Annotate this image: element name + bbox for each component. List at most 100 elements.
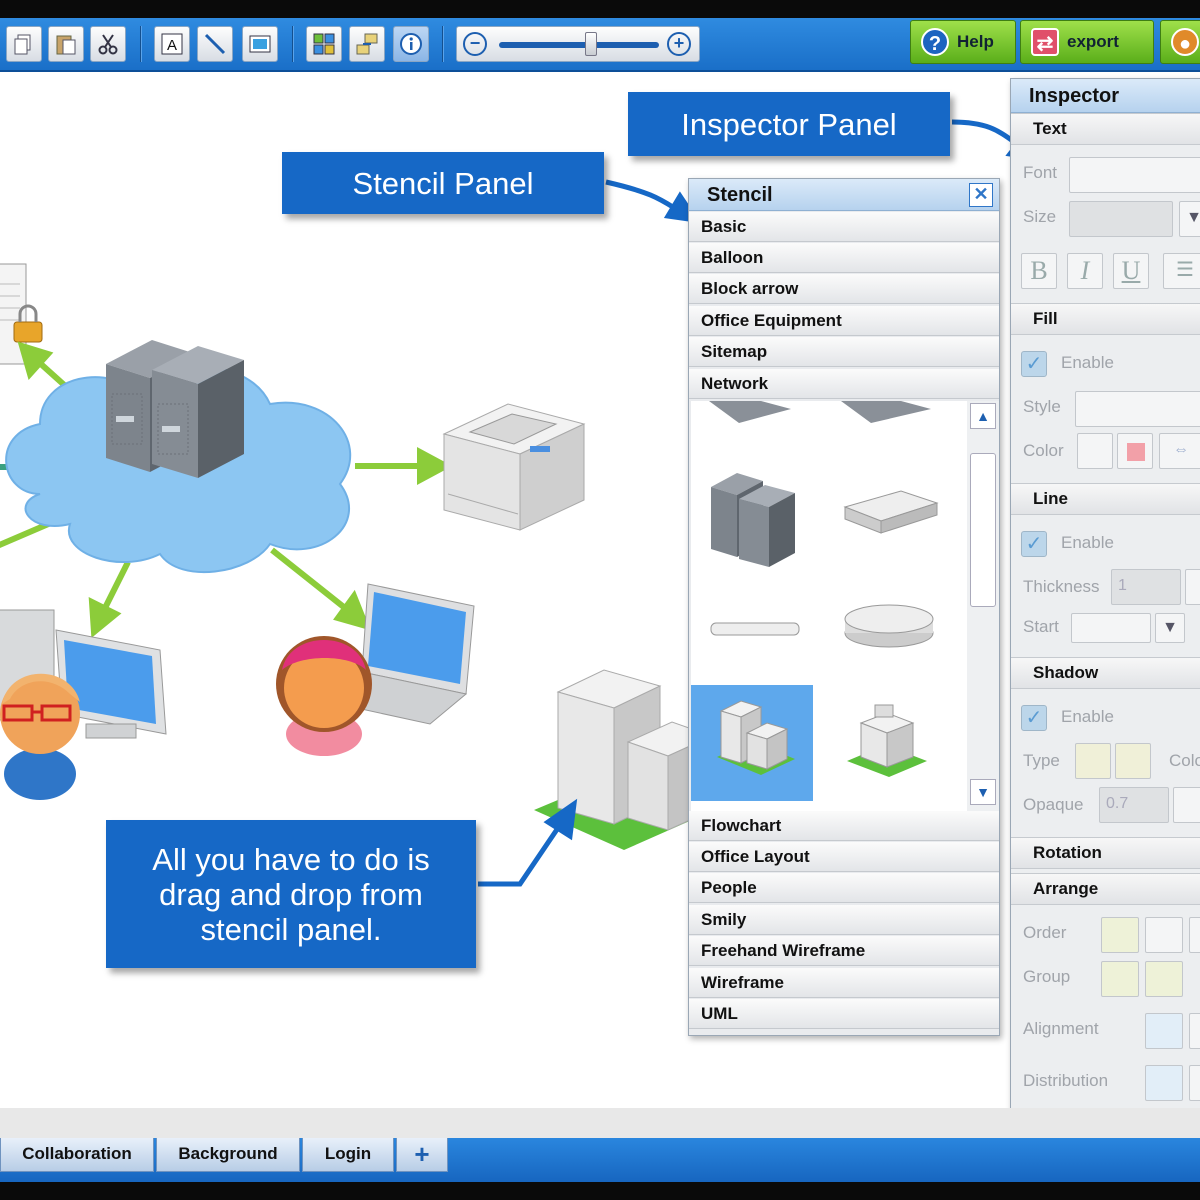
stencil-category-basic[interactable]: Basic [689, 212, 999, 242]
zoom-in-icon[interactable]: + [667, 32, 691, 56]
stencil-category-people[interactable]: People [689, 873, 999, 903]
scroll-down-icon[interactable]: ▼ [970, 779, 996, 805]
align-more-icon[interactable] [1189, 1013, 1200, 1049]
section-text[interactable]: Text [1011, 113, 1200, 145]
stencil-panel: Stencil ✕ Basic Balloon Block arrow Offi… [688, 178, 1000, 1036]
fill-color-picker[interactable] [1117, 433, 1153, 469]
font-label: Font [1023, 163, 1058, 182]
section-shadow[interactable]: Shadow [1011, 657, 1200, 689]
inspector-panel: Inspector Text Font Size ▼ B I U ☰ Fill … [1010, 78, 1200, 1114]
copy-icon[interactable] [6, 26, 42, 62]
connect-icon[interactable] [349, 26, 385, 62]
paste-icon[interactable] [48, 26, 84, 62]
stencil-category-freehand-wireframe[interactable]: Freehand Wireframe [689, 936, 999, 966]
shadow-type-option-1[interactable] [1075, 743, 1111, 779]
stencil-switch-shape[interactable] [843, 490, 939, 534]
canvas-footer [0, 1108, 1200, 1138]
stencil-category-network[interactable]: Network [689, 369, 999, 399]
zoom-slider-handle[interactable] [585, 32, 597, 56]
scroll-up-icon[interactable]: ▲ [970, 403, 996, 429]
thickness-stepper[interactable] [1185, 569, 1200, 605]
stencil-bar-shape[interactable] [710, 622, 800, 636]
fill-color-swatch[interactable] [1077, 433, 1113, 469]
bold-button[interactable]: B [1021, 253, 1057, 289]
instructions-callout: All you have to do is drag and drop from… [106, 820, 476, 968]
distribute-more-icon[interactable] [1189, 1065, 1200, 1101]
stencil-category-balloon[interactable]: Balloon [689, 243, 999, 273]
line-start-select[interactable] [1071, 613, 1151, 643]
scroll-thumb[interactable] [970, 453, 996, 607]
server-rack-shape[interactable] [106, 340, 244, 478]
size-input[interactable] [1069, 201, 1173, 237]
send-back-icon[interactable] [1145, 917, 1183, 953]
group-icon[interactable] [1101, 961, 1139, 997]
line-icon[interactable] [197, 26, 233, 62]
bottom-frame [0, 1182, 1200, 1200]
line-start-label: Start [1023, 617, 1059, 636]
distribution-label: Distribution [1023, 1071, 1109, 1090]
fill-enable-checkbox[interactable]: ✓ [1021, 351, 1047, 377]
size-dropdown-icon[interactable]: ▼ [1179, 201, 1200, 237]
close-icon[interactable]: ✕ [969, 183, 993, 207]
add-tab-button[interactable]: + [396, 1138, 448, 1172]
export-button[interactable]: ⇄ export [1020, 20, 1154, 64]
tab-background[interactable]: Background [156, 1138, 300, 1172]
zoom-out-icon[interactable]: − [463, 32, 487, 56]
text-icon[interactable]: A [154, 26, 190, 62]
shadow-type-option-2[interactable] [1115, 743, 1151, 779]
stencil-category-office-layout[interactable]: Office Layout [689, 842, 999, 872]
underline-button[interactable]: U [1113, 253, 1149, 289]
stencil-disk-shape[interactable] [844, 604, 934, 648]
fill-style-select[interactable] [1075, 391, 1200, 427]
align-icon[interactable] [1145, 1013, 1183, 1049]
shadow-enable-checkbox[interactable]: ✓ [1021, 705, 1047, 731]
person-man-shape[interactable] [0, 673, 80, 800]
fill-style-label: Style [1023, 397, 1061, 416]
line-enable-label: Enable [1061, 533, 1114, 552]
help-label: Help [957, 32, 994, 51]
stencil-panel-callout: Stencil Panel [282, 152, 604, 214]
stencil-category-office-equipment[interactable]: Office Equipment [689, 306, 999, 336]
distribute-icon[interactable] [1145, 1065, 1183, 1101]
section-fill[interactable]: Fill [1011, 303, 1200, 335]
stencil-category-wireframe[interactable]: Wireframe [689, 968, 999, 998]
stencil-category-flowchart[interactable]: Flowchart [689, 811, 999, 841]
help-button[interactable]: ? Help [910, 20, 1016, 64]
order-more-icon[interactable] [1189, 917, 1200, 953]
stencil-server-shape[interactable] [711, 473, 795, 567]
line-start-dropdown-icon[interactable]: ▼ [1155, 613, 1185, 643]
opaque-stepper[interactable] [1173, 787, 1200, 823]
tab-collaboration[interactable]: Collaboration [0, 1138, 154, 1172]
italic-button[interactable]: I [1067, 253, 1103, 289]
align-text-icon[interactable]: ☰ [1163, 253, 1200, 289]
section-rotation[interactable]: Rotation [1011, 837, 1200, 869]
grid-icon[interactable] [306, 26, 342, 62]
toolbar: A − + ? Help ⇄ export ● [0, 18, 1200, 72]
toolbar-separator [140, 26, 142, 62]
line-enable-checkbox[interactable]: ✓ [1021, 531, 1047, 557]
stencil-office-shape[interactable] [847, 704, 927, 777]
person-woman-shape[interactable] [276, 636, 372, 756]
stencil-category-uml[interactable]: UML [689, 999, 999, 1029]
share-button[interactable]: ● [1160, 20, 1200, 64]
font-select[interactable] [1069, 157, 1200, 193]
fill-swap-icon[interactable]: ⇔ [1159, 433, 1200, 469]
stencil-scrollbar[interactable]: ▲ ▼ [967, 401, 999, 811]
opaque-input[interactable]: 0.7 [1099, 787, 1169, 823]
top-frame [0, 0, 1200, 18]
section-arrange[interactable]: Arrange [1011, 873, 1200, 905]
info-icon[interactable] [393, 26, 429, 62]
thickness-input[interactable]: 1 [1111, 569, 1181, 605]
printer-shape[interactable] [442, 403, 586, 531]
tab-login[interactable]: Login [302, 1138, 394, 1172]
ungroup-icon[interactable] [1145, 961, 1183, 997]
stencil-category-block-arrow[interactable]: Block arrow [689, 274, 999, 304]
stencil-category-smily[interactable]: Smily [689, 905, 999, 935]
cut-icon[interactable] [90, 26, 126, 62]
image-icon[interactable] [242, 26, 278, 62]
section-line[interactable]: Line [1011, 483, 1200, 515]
stencil-category-sitemap[interactable]: Sitemap [689, 337, 999, 367]
zoom-slider-track[interactable] [499, 42, 659, 48]
order-label: Order [1023, 923, 1067, 942]
bring-front-icon[interactable] [1101, 917, 1139, 953]
